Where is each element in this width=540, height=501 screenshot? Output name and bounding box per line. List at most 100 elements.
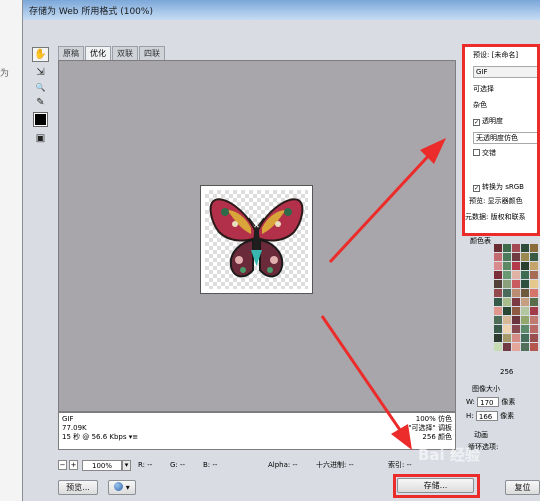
zoom-level-select[interactable]: 100%: [82, 460, 122, 471]
browser-icon: [114, 482, 124, 491]
color-table-label: 颜色表: [470, 237, 491, 245]
color-swatch[interactable]: [512, 307, 520, 315]
color-swatch[interactable]: [494, 316, 502, 324]
toggle-slices-icon[interactable]: ▣: [32, 131, 49, 146]
color-swatch[interactable]: [494, 262, 502, 270]
color-swatch[interactable]: [521, 253, 529, 261]
chevron-down-icon[interactable]: ▾: [122, 460, 131, 471]
color-swatch[interactable]: [521, 280, 529, 288]
color-swatch[interactable]: [530, 244, 538, 252]
info-format: GIF: [62, 415, 74, 423]
color-swatch[interactable]: [494, 325, 502, 333]
tab-original[interactable]: 原稿: [58, 46, 84, 60]
color-swatch[interactable]: [530, 307, 538, 315]
color-swatch[interactable]: [530, 271, 538, 279]
color-swatch[interactable]: [530, 289, 538, 297]
height-input[interactable]: 166: [475, 411, 498, 421]
color-swatch[interactable]: [521, 334, 529, 342]
color-swatch[interactable]: [494, 253, 502, 261]
color-swatch[interactable]: [512, 343, 520, 351]
zoom-icon[interactable]: 🔍: [32, 80, 49, 95]
color-swatch[interactable]: [494, 289, 502, 297]
color-swatch[interactable]: [503, 316, 511, 324]
color-swatch[interactable]: [494, 271, 502, 279]
color-swatch[interactable]: [512, 280, 520, 288]
blue-readout: B: --: [203, 461, 218, 469]
color-swatch[interactable]: [503, 307, 511, 315]
color-swatch[interactable]: [512, 289, 520, 297]
color-swatch[interactable]: [503, 334, 511, 342]
color-swatch[interactable]: [530, 334, 538, 342]
dialog-titlebar[interactable]: 存储为 Web 所用格式 (100%): [23, 0, 540, 20]
color-swatch[interactable]: [521, 343, 529, 351]
color-swatch[interactable]: [530, 316, 538, 324]
color-swatch[interactable]: [521, 298, 529, 306]
tool-palette: ✋ ⇲ 🔍 ✎ ▣: [30, 47, 52, 207]
butterfly-image: [209, 198, 304, 278]
color-swatch[interactable]: [494, 334, 502, 342]
color-swatch[interactable]: [512, 271, 520, 279]
color-swatch[interactable]: [512, 253, 520, 261]
color-swatch[interactable]: [521, 316, 529, 324]
reset-button[interactable]: 复位: [505, 480, 540, 495]
color-swatch[interactable]: [521, 262, 529, 270]
preview-button[interactable]: 预览...: [58, 480, 98, 495]
color-swatch[interactable]: [521, 289, 529, 297]
width-row: W: 170 像素: [466, 397, 515, 408]
color-swatch[interactable]: [512, 244, 520, 252]
color-swatch[interactable]: [521, 244, 529, 252]
highlight-save-button: [393, 474, 480, 498]
color-swatch[interactable]: [503, 244, 511, 252]
color-swatch[interactable]: [530, 325, 538, 333]
tab-4-up[interactable]: 四联: [139, 46, 165, 60]
preview-area[interactable]: [58, 60, 456, 412]
color-swatch[interactable]: [494, 244, 502, 252]
info-palette: "可选择" 调板: [408, 424, 452, 432]
color-swatch[interactable]: [530, 253, 538, 261]
browser-select[interactable]: ▾: [108, 480, 136, 495]
color-swatch[interactable]: [530, 298, 538, 306]
zoom-in-button[interactable]: +: [69, 460, 78, 470]
tab-optimized[interactable]: 优化: [85, 46, 111, 60]
color-swatch[interactable]: [512, 334, 520, 342]
image-preview[interactable]: [200, 185, 313, 294]
height-unit: 像素: [500, 412, 515, 420]
color-swatch[interactable]: [512, 298, 520, 306]
color-swatch[interactable]: [503, 271, 511, 279]
color-swatch[interactable]: [503, 280, 511, 288]
color-swatch-icon[interactable]: [32, 112, 49, 127]
color-swatch[interactable]: [494, 307, 502, 315]
hand-tool-icon[interactable]: ✋: [32, 47, 49, 62]
color-swatch[interactable]: [512, 262, 520, 270]
info-dither: 100% 仿色: [415, 415, 452, 423]
color-swatch[interactable]: [512, 325, 520, 333]
color-swatch[interactable]: [503, 262, 511, 270]
color-count: 256: [500, 368, 514, 376]
color-swatch[interactable]: [494, 343, 502, 351]
color-swatch[interactable]: [530, 343, 538, 351]
color-swatch[interactable]: [503, 289, 511, 297]
color-swatch[interactable]: [521, 307, 529, 315]
color-table[interactable]: [494, 244, 540, 366]
info-right: 100% 仿色 "可选择" 调板 256 颜色: [408, 415, 452, 442]
color-swatch[interactable]: [503, 343, 511, 351]
color-swatch[interactable]: [530, 262, 538, 270]
eyedropper-icon[interactable]: ✎: [32, 95, 49, 110]
info-colors: 256 颜色: [422, 433, 452, 441]
color-swatch[interactable]: [530, 280, 538, 288]
tab-2-up[interactable]: 双联: [112, 46, 138, 60]
color-swatch[interactable]: [503, 325, 511, 333]
color-swatch[interactable]: [494, 298, 502, 306]
zoom-out-button[interactable]: −: [58, 460, 67, 470]
green-readout: G: --: [170, 461, 186, 469]
color-swatch[interactable]: [521, 325, 529, 333]
info-file-size: 77.09K: [62, 424, 87, 432]
color-swatch[interactable]: [503, 253, 511, 261]
color-swatch[interactable]: [503, 298, 511, 306]
width-input[interactable]: 170: [477, 397, 500, 407]
color-swatch[interactable]: [512, 316, 520, 324]
color-swatch[interactable]: [521, 271, 529, 279]
red-readout: R: --: [138, 461, 153, 469]
color-swatch[interactable]: [494, 280, 502, 288]
slice-select-icon[interactable]: ⇲: [32, 65, 49, 80]
